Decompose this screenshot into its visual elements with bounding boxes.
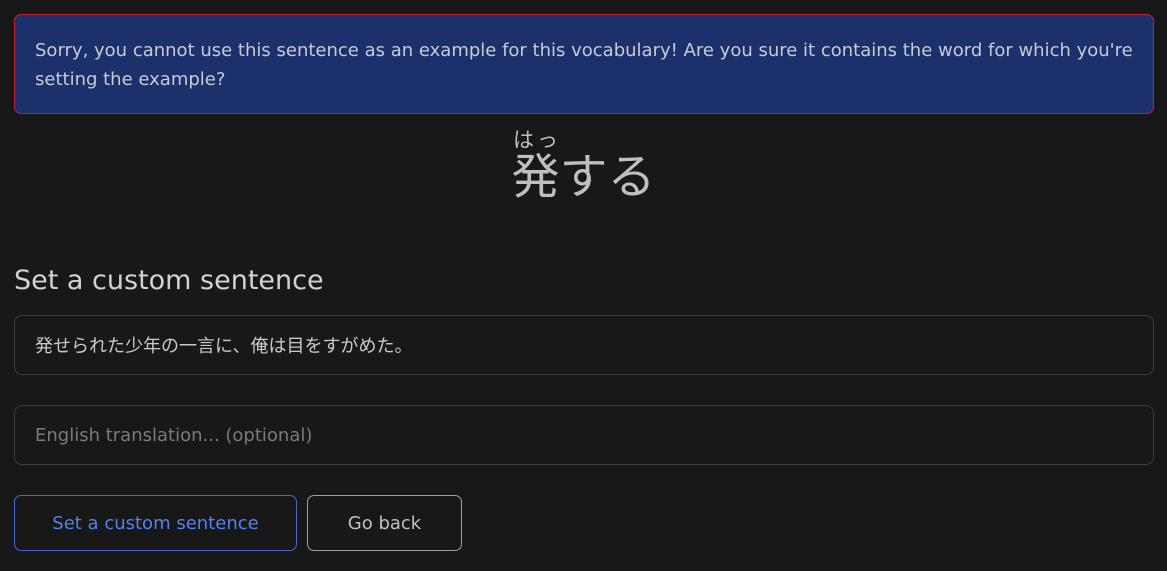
vocab-furigana: はっ (511, 128, 560, 152)
go-back-button[interactable]: Go back (307, 495, 462, 551)
error-alert: Sorry, you cannot use this sentence as a… (14, 14, 1154, 114)
section-title: Set a custom sentence (14, 265, 324, 296)
error-alert-message: Sorry, you cannot use this sentence as a… (35, 40, 1133, 90)
sentence-input[interactable] (14, 315, 1154, 375)
vocab-kanji-ruby: 発はっ (511, 128, 560, 205)
vocab-kanji: 発 (511, 149, 560, 205)
custom-sentence-page: Sorry, you cannot use this sentence as a… (0, 0, 1167, 571)
vocab-okurigana: する (559, 149, 656, 205)
vocab-heading: 発はっする (0, 128, 1167, 207)
set-custom-sentence-button[interactable]: Set a custom sentence (14, 495, 297, 551)
translation-input[interactable] (14, 405, 1154, 465)
